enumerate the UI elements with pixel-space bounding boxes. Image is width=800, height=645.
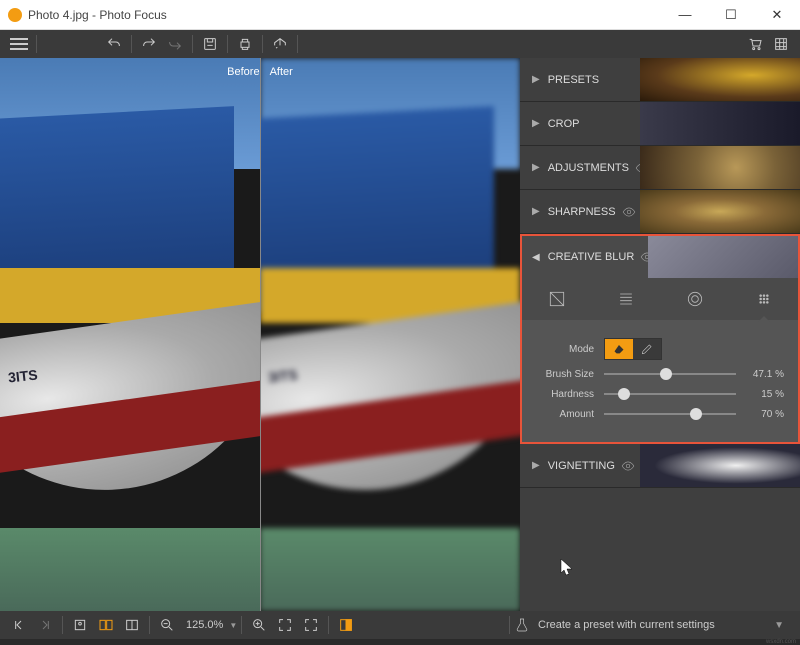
- canvas[interactable]: Before After 3ITS 3ITS: [0, 58, 520, 611]
- hardness-slider[interactable]: [604, 388, 736, 400]
- panel-creative-blur-label: CREATIVE BLUR: [548, 251, 635, 263]
- top-toolbar: [0, 30, 800, 58]
- eye-icon[interactable]: [622, 205, 636, 219]
- amount-label: Amount: [536, 409, 594, 420]
- panel-vignetting-label: VIGNETTING: [548, 460, 615, 472]
- chevron-down-icon: ◀: [532, 252, 540, 263]
- blur-tab-none[interactable]: [522, 278, 591, 320]
- fit-screen-button[interactable]: [272, 613, 298, 637]
- create-preset-label: Create a preset with current settings: [538, 619, 715, 631]
- panel-adjustments[interactable]: ▶ ADJUSTMENTS: [520, 146, 800, 190]
- watermark: wsxdn.com: [0, 639, 800, 645]
- cart-button[interactable]: [742, 32, 768, 56]
- zoom-out-button[interactable]: [154, 613, 180, 637]
- blur-type-tabs: [522, 278, 798, 320]
- hardness-row: Hardness 15 %: [536, 388, 784, 400]
- zoom-dropdown-icon[interactable]: ▼: [229, 621, 237, 630]
- panel-sharpness-label: SHARPNESS: [548, 206, 616, 218]
- app-icon: [8, 8, 22, 22]
- save-button[interactable]: [197, 32, 223, 56]
- amount-row: Amount 70 %: [536, 408, 784, 420]
- panel-crop[interactable]: ▶ CROP: [520, 102, 800, 146]
- show-mask-button[interactable]: [333, 613, 359, 637]
- after-label: After: [270, 66, 293, 78]
- panel-presets[interactable]: ▶ PRESETS: [520, 58, 800, 102]
- panel-creative-blur: ◀ CREATIVE BLUR Mode: [520, 234, 800, 444]
- chevron-right-icon: ▶: [532, 162, 540, 173]
- view-compare-button[interactable]: [93, 613, 119, 637]
- brush-size-label: Brush Size: [536, 369, 594, 380]
- hardness-value: 15 %: [744, 389, 784, 400]
- panel-adjustments-label: ADJUSTMENTS: [548, 162, 629, 174]
- panel-sharpness[interactable]: ▶ SHARPNESS: [520, 190, 800, 234]
- chevron-right-icon: ▶: [532, 206, 540, 217]
- maximize-button[interactable]: ☐: [708, 0, 754, 30]
- prev-image-button[interactable]: [6, 613, 32, 637]
- view-split-button[interactable]: [119, 613, 145, 637]
- chevron-right-icon: ▶: [532, 460, 540, 471]
- close-button[interactable]: ✕: [754, 0, 800, 30]
- panel-vignetting[interactable]: ▶ VIGNETTING: [520, 444, 800, 488]
- titlebar: Photo 4.jpg - Photo Focus — ☐ ✕: [0, 0, 800, 30]
- grid-button[interactable]: [768, 32, 794, 56]
- view-single-button[interactable]: [67, 613, 93, 637]
- minimize-button[interactable]: —: [662, 0, 708, 30]
- blur-tab-linear[interactable]: [591, 278, 660, 320]
- next-image-button[interactable]: [32, 613, 58, 637]
- mode-row: Mode: [536, 338, 784, 360]
- redo-dropdown[interactable]: [162, 32, 188, 56]
- menu-button[interactable]: [6, 32, 32, 56]
- amount-value: 70 %: [744, 409, 784, 420]
- before-after-label: Before After: [227, 66, 293, 78]
- blur-tab-radial[interactable]: [660, 278, 729, 320]
- main-area: Before After 3ITS 3ITS ▶ PRESETS ▶ CROP …: [0, 58, 800, 611]
- zoom-value[interactable]: 125.0%: [186, 619, 223, 631]
- create-preset-button[interactable]: Create a preset with current settings ▼: [514, 617, 794, 633]
- undo-button[interactable]: [101, 32, 127, 56]
- eye-icon[interactable]: [621, 459, 635, 473]
- flask-icon: [514, 617, 530, 633]
- mode-erase-button[interactable]: [605, 339, 633, 359]
- mode-brush-button[interactable]: [633, 339, 661, 359]
- chevron-right-icon: ▶: [532, 118, 540, 129]
- cursor-icon: [560, 558, 574, 576]
- blur-tab-manual[interactable]: [729, 278, 798, 320]
- print-button[interactable]: [232, 32, 258, 56]
- mode-label: Mode: [536, 344, 594, 355]
- brush-size-slider[interactable]: [604, 368, 736, 380]
- share-button[interactable]: [267, 32, 293, 56]
- zoom-in-button[interactable]: [246, 613, 272, 637]
- panel-creative-blur-header[interactable]: ◀ CREATIVE BLUR: [522, 236, 798, 278]
- panel-presets-label: PRESETS: [548, 74, 599, 86]
- window-title: Photo 4.jpg - Photo Focus: [28, 8, 662, 22]
- redo-button[interactable]: [136, 32, 162, 56]
- chevron-right-icon: ▶: [532, 74, 540, 85]
- actual-size-button[interactable]: [298, 613, 324, 637]
- amount-slider[interactable]: [604, 408, 736, 420]
- hardness-label: Hardness: [536, 389, 594, 400]
- brush-size-value: 47.1 %: [744, 369, 784, 380]
- brush-size-row: Brush Size 47.1 %: [536, 368, 784, 380]
- chevron-down-icon[interactable]: ▼: [774, 620, 784, 631]
- bottom-toolbar: 125.0% ▼ Create a preset with current se…: [0, 611, 800, 639]
- panel-crop-label: CROP: [548, 118, 580, 130]
- side-panel: ▶ PRESETS ▶ CROP ▶ ADJUSTMENTS ▶ SHARPNE…: [520, 58, 800, 611]
- before-label: Before: [227, 66, 259, 78]
